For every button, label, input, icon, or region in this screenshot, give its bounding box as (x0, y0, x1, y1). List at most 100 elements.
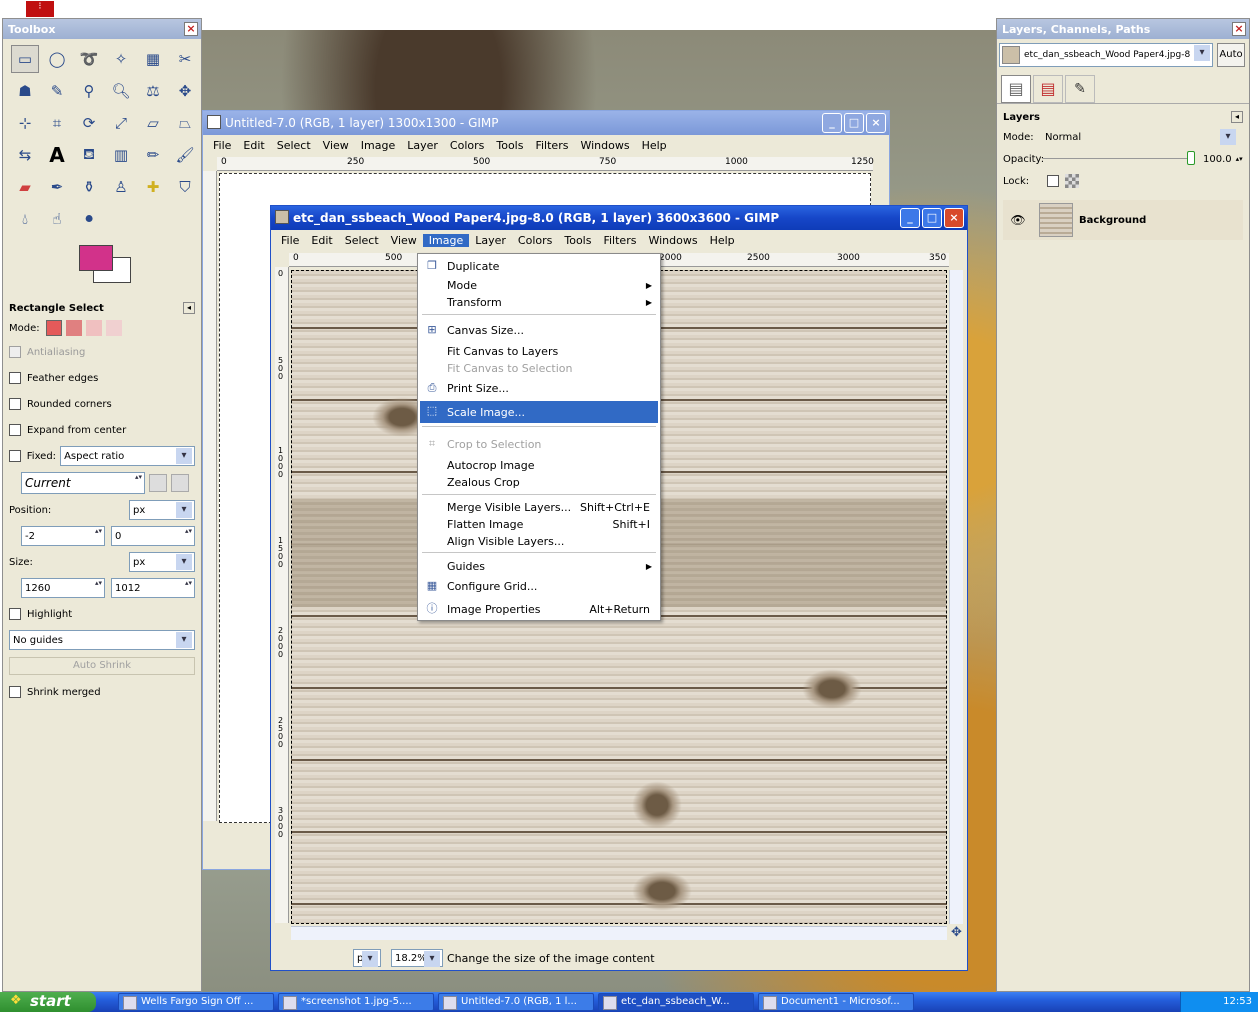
auto-button[interactable]: Auto (1217, 43, 1245, 67)
task-document1[interactable]: Document1 - Microsof... (758, 993, 914, 1011)
blur-icon[interactable]: 💧︎ (11, 205, 39, 233)
layer-row-background[interactable]: 👁︎ Background (1003, 200, 1243, 240)
menu-windows[interactable]: Windows (642, 234, 703, 247)
layer-mode-combo[interactable]: Normal (1041, 127, 1239, 147)
menu-item-duplicate[interactable]: ❐ Duplicate (420, 256, 658, 276)
position-x-field[interactable]: -2 (21, 526, 105, 546)
paths-tab-icon[interactable]: ✎ (1065, 75, 1095, 103)
menu-item-align-visible-layers[interactable]: Align Visible Layers... (420, 531, 658, 551)
blend-icon[interactable]: ▥ (107, 141, 135, 169)
zoom-combo[interactable]: 18.2% (391, 949, 443, 967)
mode-intersect-icon[interactable] (105, 320, 122, 336)
highlight-checkbox[interactable] (9, 608, 21, 620)
eye-icon[interactable]: 👁︎ (1003, 213, 1033, 227)
rect-select-icon[interactable]: ▭ (11, 45, 39, 73)
portrait-icon[interactable] (149, 474, 167, 492)
rotate-icon[interactable]: ⟳ (75, 109, 103, 137)
size-unit-combo[interactable]: px (129, 552, 195, 572)
opacity-slider[interactable] (1043, 151, 1195, 165)
close-button[interactable]: × (866, 113, 886, 133)
minimize-button[interactable]: _ (822, 113, 842, 133)
task-untitled[interactable]: Untitled-7.0 (RGB, 1 l... (438, 993, 594, 1011)
bucket-fill-icon[interactable]: ⛾ (75, 141, 103, 169)
smudge-icon[interactable]: ☝ (43, 205, 71, 233)
scale-icon[interactable]: ⤢ (107, 109, 135, 137)
menu-view[interactable]: View (317, 139, 355, 152)
crop-icon[interactable]: ⌗ (43, 109, 71, 137)
start-button[interactable]: start (0, 992, 96, 1012)
menu-item-canvas-size[interactable]: ⊞ Canvas Size... (420, 320, 658, 340)
heal-icon[interactable]: ✚ (139, 173, 167, 201)
opacity-spin-icon[interactable]: ▴▾ (1236, 155, 1243, 163)
wood-window-titlebar[interactable]: etc_dan_ssbeach_Wood Paper4.jpg-8.0 (RGB… (271, 206, 967, 230)
menu-item-image-properties[interactable]: ⓘ Image Properties Alt+Return (420, 599, 658, 619)
menu-colors[interactable]: Colors (444, 139, 490, 152)
menu-help[interactable]: Help (636, 139, 673, 152)
image-select-combo[interactable]: etc_dan_ssbeach_Wood Paper4.jpg-8 (999, 43, 1213, 67)
mode-subtract-icon[interactable] (85, 320, 102, 336)
menu-item-scale-image[interactable]: ⬚ Scale Image... (420, 401, 658, 423)
layers-tab-icon[interactable]: ▤ (1001, 75, 1031, 103)
layers-dock-close-button[interactable]: × (1232, 22, 1246, 36)
tool-options-menu-icon[interactable]: ◂ (183, 302, 195, 314)
menu-image[interactable]: Image (422, 233, 470, 247)
ellipse-select-icon[interactable]: ◯ (43, 45, 71, 73)
menu-layer[interactable]: Layer (469, 234, 512, 247)
perspective-icon[interactable]: ⏢ (171, 109, 199, 137)
free-select-icon[interactable]: ➰ (75, 45, 103, 73)
eraser-icon[interactable]: ▰ (11, 173, 39, 201)
untitled-window-titlebar[interactable]: Untitled-7.0 (RGB, 1 layer) 1300x1300 - … (203, 111, 889, 135)
mode-replace-icon[interactable] (45, 320, 62, 336)
menu-item-transform[interactable]: Transform ▶ (420, 292, 658, 312)
navigate-icon[interactable]: ✥ (951, 926, 965, 940)
menu-windows[interactable]: Windows (574, 139, 635, 152)
close-button[interactable]: × (944, 208, 964, 228)
minimize-button[interactable]: _ (900, 208, 920, 228)
select-by-color-icon[interactable]: ▦ (139, 45, 167, 73)
feather-edges-checkbox[interactable] (9, 372, 21, 384)
foreground-select-icon[interactable]: ☗ (11, 77, 39, 105)
horizontal-scrollbar[interactable] (291, 926, 947, 940)
shrink-merged-checkbox[interactable] (9, 686, 21, 698)
menu-select[interactable]: Select (339, 234, 385, 247)
align-icon[interactable]: ⊹ (11, 109, 39, 137)
paths-icon[interactable]: ✎ (43, 77, 71, 105)
app-corner-icon[interactable]: ⁝ (26, 1, 54, 17)
rounded-corners-checkbox[interactable] (9, 398, 21, 410)
menu-item-zealous-crop[interactable]: Zealous Crop (420, 472, 658, 492)
menu-tools[interactable]: Tools (558, 234, 597, 247)
menu-select[interactable]: Select (271, 139, 317, 152)
size-width-field[interactable]: 1260 (21, 578, 105, 598)
maximize-button[interactable]: □ (844, 113, 864, 133)
fuzzy-select-icon[interactable]: ✧ (107, 45, 135, 73)
menu-filters[interactable]: Filters (529, 139, 574, 152)
perspective-clone-icon[interactable]: ⛉ (171, 173, 199, 201)
menu-file[interactable]: File (275, 234, 305, 247)
menu-item-guides[interactable]: Guides ▶ (420, 556, 658, 576)
vertical-scrollbar[interactable] (949, 270, 963, 924)
channels-tab-icon[interactable]: ▤ (1033, 75, 1063, 103)
menu-file[interactable]: File (207, 139, 237, 152)
ink-icon[interactable]: ⚱ (75, 173, 103, 201)
landscape-icon[interactable] (171, 474, 189, 492)
current-ratio-field[interactable]: Current (21, 472, 145, 494)
paintbrush-icon[interactable]: 🖌︎ (171, 141, 199, 169)
menu-item-configure-grid[interactable]: ▦ Configure Grid... (420, 576, 658, 596)
menu-help[interactable]: Help (704, 234, 741, 247)
position-unit-combo[interactable]: px (129, 500, 195, 520)
color-picker-icon[interactable]: ⚲ (75, 77, 103, 105)
foreground-color-swatch[interactable] (79, 245, 113, 271)
menu-edit[interactable]: Edit (237, 139, 270, 152)
guides-combo[interactable]: No guides (9, 630, 195, 650)
layers-menu-icon[interactable]: ◂ (1231, 111, 1243, 123)
expand-from-center-checkbox[interactable] (9, 424, 21, 436)
toolbox-close-button[interactable]: × (184, 22, 198, 36)
clone-icon[interactable]: ♙ (107, 173, 135, 201)
opacity-slider-thumb[interactable] (1187, 151, 1195, 165)
unit-combo[interactable]: px (353, 949, 381, 967)
auto-shrink-button[interactable]: Auto Shrink (9, 657, 195, 675)
airbrush-icon[interactable]: ✒ (43, 173, 71, 201)
lock-alpha-icon[interactable] (1065, 174, 1079, 188)
menu-edit[interactable]: Edit (305, 234, 338, 247)
dodge-burn-icon[interactable]: ⚫ (75, 205, 103, 233)
